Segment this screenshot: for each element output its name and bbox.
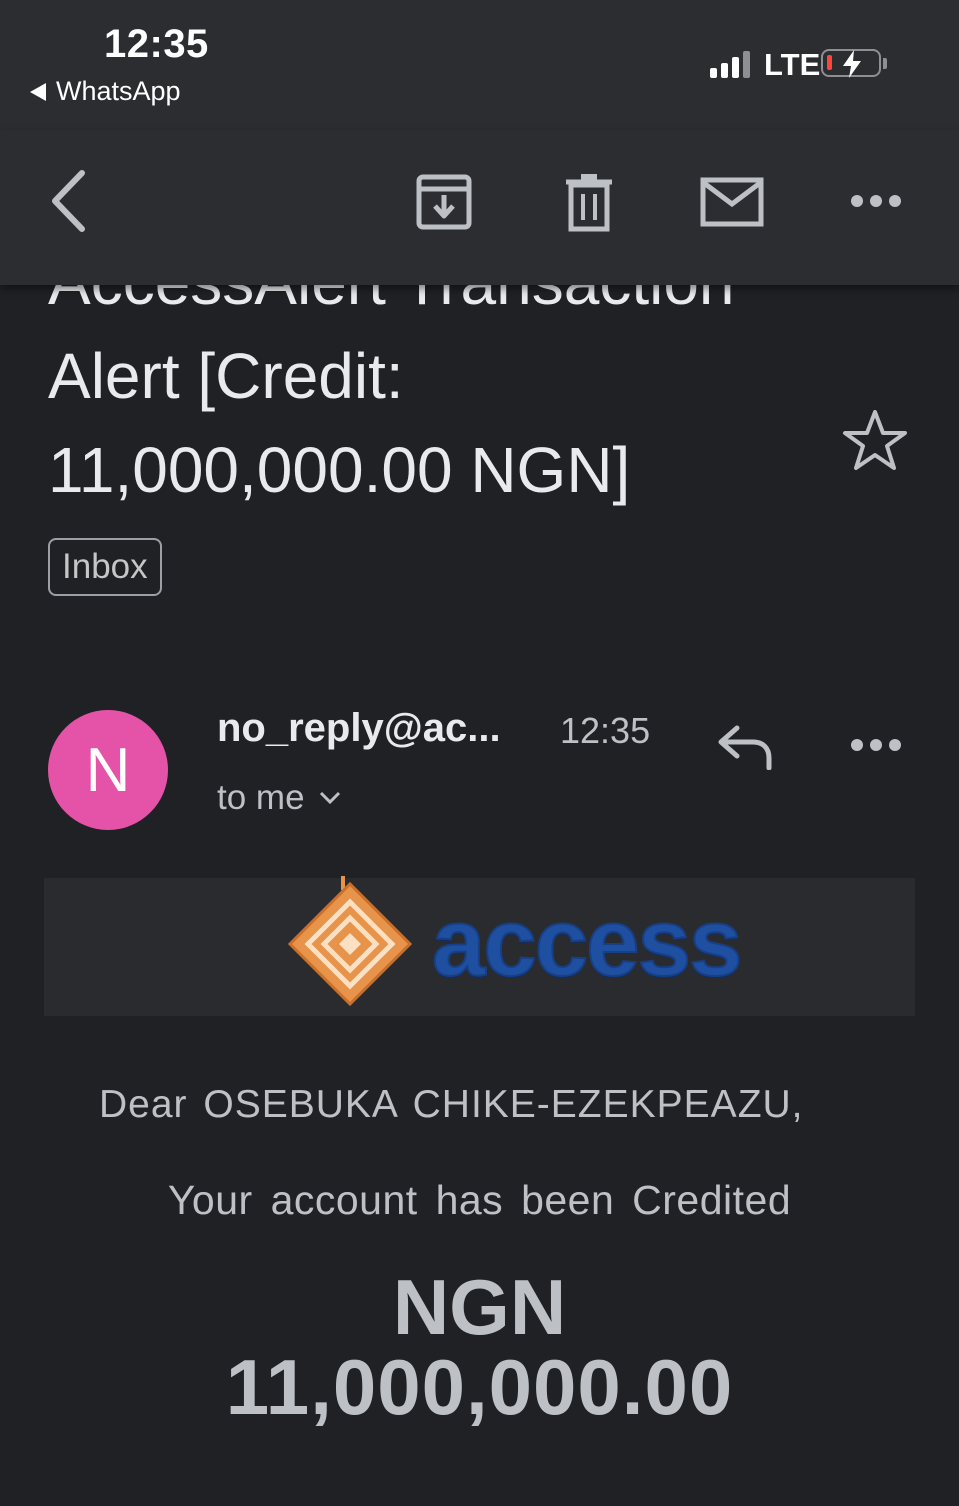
signal-strength-icon bbox=[710, 50, 750, 78]
status-time: 12:35 bbox=[104, 22, 209, 66]
subject-line-2: Alert [Credit: bbox=[48, 340, 404, 412]
amount-currency: NGN bbox=[392, 1263, 567, 1351]
status-bar: 12:35 WhatsApp LTE bbox=[0, 0, 959, 130]
archive-icon bbox=[416, 174, 472, 230]
access-diamond-logo-icon bbox=[288, 876, 413, 1007]
more-horizontal-icon bbox=[851, 195, 901, 207]
battery-tip bbox=[883, 58, 887, 69]
credit-message: Your account has been Credited bbox=[167, 1177, 792, 1223]
more-horizontal-icon bbox=[851, 739, 901, 751]
chevron-left-icon bbox=[52, 170, 85, 232]
recipient-label: to me bbox=[217, 778, 305, 817]
star-icon bbox=[843, 410, 907, 470]
credited-amount: 11,000,000.00 bbox=[225, 1343, 734, 1431]
battery-icon bbox=[821, 49, 881, 78]
greeting-text: Dear OSEBUKA CHIKE-EZEKPEAZU, bbox=[99, 1083, 804, 1126]
sender-name[interactable]: no_reply@ac... bbox=[217, 706, 501, 751]
star-button[interactable] bbox=[842, 408, 908, 477]
back-triangle-icon bbox=[30, 82, 46, 101]
more-options-button[interactable] bbox=[846, 186, 906, 216]
access-brand-logo: access bbox=[431, 889, 743, 996]
sender-avatar[interactable]: N bbox=[48, 710, 168, 830]
mail-icon bbox=[700, 177, 764, 227]
back-app-label: WhatsApp bbox=[56, 76, 181, 106]
reply-button[interactable] bbox=[712, 718, 778, 774]
trash-icon bbox=[566, 174, 612, 232]
back-to-app-link[interactable]: WhatsApp bbox=[30, 76, 181, 107]
message-time: 12:35 bbox=[560, 710, 651, 751]
message-more-button[interactable] bbox=[846, 730, 906, 760]
chevron-down-icon bbox=[319, 791, 340, 805]
mark-unread-button[interactable] bbox=[698, 172, 766, 232]
reply-icon bbox=[718, 725, 772, 770]
network-type: LTE bbox=[764, 47, 821, 82]
email-toolbar bbox=[0, 130, 959, 285]
archive-button[interactable] bbox=[412, 170, 476, 234]
subject-line-3: 11,000,000.00 NGN] bbox=[48, 434, 631, 506]
back-button[interactable] bbox=[40, 166, 96, 236]
inbox-label-chip[interactable]: Inbox bbox=[48, 538, 162, 596]
recipient-details-toggle[interactable]: to me bbox=[217, 778, 341, 818]
delete-button[interactable] bbox=[560, 170, 618, 234]
charging-bolt-icon bbox=[843, 50, 861, 78]
